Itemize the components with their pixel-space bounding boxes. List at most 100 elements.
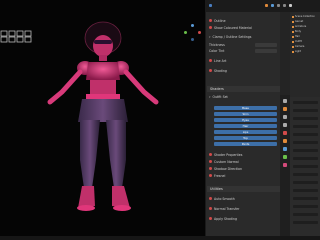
property-field[interactable] — [293, 205, 318, 208]
property-field[interactable] — [293, 213, 318, 216]
panel-row[interactable]: Line Art — [209, 58, 278, 63]
character-model[interactable] — [40, 10, 170, 230]
property-field[interactable] — [293, 109, 318, 112]
shader-slot[interactable]: Base — [214, 106, 277, 110]
gizmo-neg-z-icon[interactable] — [191, 38, 194, 41]
gizmo-x-icon[interactable] — [198, 31, 201, 34]
data-tab-icon[interactable] — [283, 155, 287, 159]
slot-label: Lips — [242, 130, 249, 134]
gizmo-y-icon[interactable] — [184, 31, 187, 34]
gizmo-z-icon[interactable] — [191, 24, 194, 27]
shader-slot[interactable]: Hair — [214, 124, 277, 128]
panel-row[interactable]: Shader Properties — [209, 152, 278, 157]
property-field[interactable] — [293, 173, 318, 176]
navigation-gizmo[interactable] — [184, 24, 202, 42]
scene-tab-icon[interactable] — [283, 123, 287, 127]
output-tab-icon[interactable] — [283, 115, 287, 119]
shader-slot[interactable]: Eyes — [214, 118, 277, 122]
outliner-item[interactable]: Scene Collection — [292, 15, 319, 18]
3d-viewport[interactable] — [0, 0, 205, 236]
outliner-item[interactable]: Garnet — [292, 20, 319, 23]
row-label: Shading — [214, 68, 227, 73]
panel-row[interactable]: Custom Normal — [209, 159, 278, 164]
panel-row[interactable]: Auto Smooth — [209, 196, 278, 201]
panel-row[interactable]: Normal Transfer — [209, 206, 278, 211]
chevron-down-icon[interactable]: ▾ — [209, 95, 211, 99]
panel-row[interactable]: Show Coloured Material — [209, 25, 278, 30]
section-title: Utilities — [210, 187, 223, 191]
toggle-icon[interactable] — [209, 197, 212, 200]
shading-material-icon[interactable] — [277, 4, 280, 7]
property-field[interactable] — [293, 221, 318, 224]
shading-rendered-icon[interactable] — [283, 4, 286, 7]
outliner-item[interactable]: Armature — [292, 25, 319, 28]
slot-label: Pants — [241, 142, 250, 146]
section-header[interactable]: Utilities — [207, 186, 280, 192]
section-header[interactable]: Shaders — [207, 86, 280, 92]
shader-slot[interactable]: Lips — [214, 130, 277, 134]
panel-row[interactable]: ▾ Outfit Set — [209, 94, 278, 99]
sidebar-panel: Outline Show Coloured Material ▾ Clamp / … — [205, 12, 281, 236]
toggle-icon[interactable] — [209, 26, 212, 29]
object-tab-icon[interactable] — [283, 139, 287, 143]
panel-row[interactable]: Apply Shading — [209, 216, 278, 221]
shader-slot[interactable]: Skin — [214, 112, 277, 116]
item-label: Camera — [295, 45, 305, 48]
outliner-item[interactable]: Hair — [292, 35, 319, 38]
modifier-tab-icon[interactable] — [283, 147, 287, 151]
toggle-icon[interactable] — [209, 167, 212, 170]
property-field[interactable] — [293, 197, 318, 200]
color-tint-field[interactable] — [255, 49, 277, 53]
shader-slot[interactable]: Top — [214, 136, 277, 140]
shader-slot[interactable]: Pants — [214, 142, 277, 146]
material-tab-icon[interactable] — [283, 163, 287, 167]
panel-row[interactable]: Shading — [209, 68, 278, 73]
toggle-icon[interactable] — [209, 207, 212, 210]
tool-tab-icon[interactable] — [283, 99, 287, 103]
row-label: Show Coloured Material — [214, 25, 252, 30]
world-tab-icon[interactable] — [283, 131, 287, 135]
outliner-item[interactable]: Camera — [292, 45, 319, 48]
render-tab-icon[interactable] — [283, 107, 287, 111]
property-field[interactable] — [293, 181, 318, 184]
panel-row[interactable]: Shadow Direction — [209, 166, 278, 171]
thickness-field[interactable] — [255, 43, 277, 47]
property-field[interactable] — [293, 157, 318, 160]
toggle-icon[interactable] — [209, 69, 212, 72]
property-field[interactable] — [293, 125, 318, 128]
slot-label: Eyes — [242, 118, 249, 122]
panel-row[interactable]: ▾ Clamp / Outline Settings — [209, 34, 278, 39]
panel-row[interactable]: Outline — [209, 18, 278, 23]
property-field[interactable] — [293, 189, 318, 192]
property-field[interactable] — [293, 165, 318, 168]
toggle-icon[interactable] — [209, 59, 212, 62]
row-label: Fresnel — [214, 173, 226, 178]
viewport-shading-dropdown-icon[interactable] — [289, 4, 292, 7]
row-label: Shader Properties — [214, 152, 243, 157]
outliner-item[interactable]: Body — [292, 30, 319, 33]
property-field[interactable] — [293, 133, 318, 136]
outliner: Scene Collection Garnet Armature Body Ha… — [290, 12, 320, 97]
toggle-icon[interactable] — [209, 153, 212, 156]
toggle-icon[interactable] — [209, 160, 212, 163]
shading-solid-icon[interactable] — [271, 4, 274, 7]
row-label: Outline — [214, 18, 226, 23]
toggle-icon[interactable] — [209, 19, 212, 22]
row-label: Auto Smooth — [214, 196, 235, 201]
overlay-icon[interactable] — [265, 4, 268, 7]
property-field[interactable] — [293, 141, 318, 144]
property-field[interactable] — [293, 117, 318, 120]
top-header-bar — [205, 0, 320, 12]
chevron-down-icon[interactable]: ▾ — [209, 35, 211, 39]
property-field[interactable] — [293, 101, 318, 104]
toggle-icon[interactable] — [209, 217, 212, 220]
row-label: Clamp / Outline Settings — [212, 34, 252, 39]
toggle-icon[interactable] — [209, 174, 212, 177]
editor-type-icon[interactable] — [209, 4, 212, 7]
panel-row[interactable]: Fresnel — [209, 173, 278, 178]
row-label: Apply Shading — [214, 216, 237, 221]
outliner-filter-strip — [280, 12, 290, 95]
outliner-item[interactable]: Light — [292, 50, 319, 53]
property-field[interactable] — [293, 149, 318, 152]
outliner-item[interactable]: Outfit — [292, 40, 319, 43]
